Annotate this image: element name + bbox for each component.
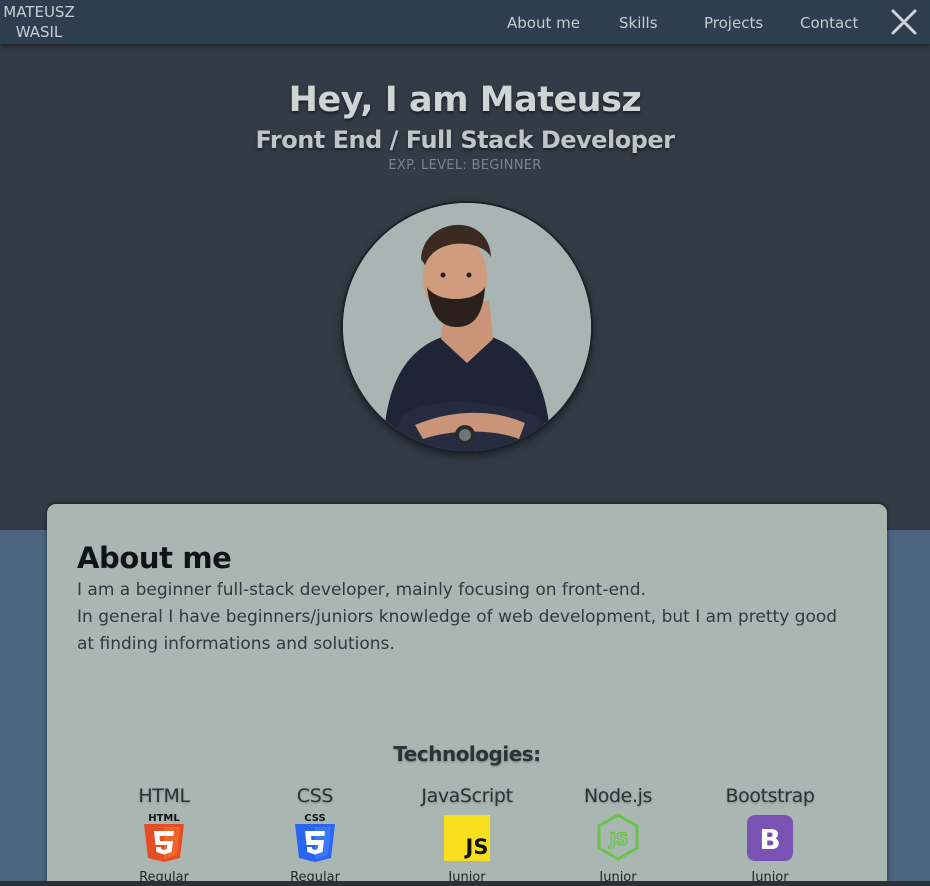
technology-bootstrap: Bootstrap B Junior [705, 784, 835, 886]
technology-name: Bootstrap [725, 785, 815, 807]
about-paragraph: In general I have beginners/juniors know… [77, 607, 838, 654]
profile-photo-illustration [343, 203, 591, 451]
experience-level: EXP. LEVEL: BEGINNER [388, 158, 542, 173]
technology-css: CSS CSS Regular [250, 784, 380, 886]
technology-name: CSS [296, 785, 334, 807]
technology-name: Node.js [583, 785, 652, 807]
html5-logo-text: HTML [148, 813, 180, 824]
technology-nodejs: Node.js JS Junior [553, 784, 683, 886]
nodejs-logo-icon: JS [597, 813, 639, 861]
javascript-logo-text: JS [464, 835, 489, 859]
hero-title: Hey, I am Mateusz [288, 80, 642, 120]
bootstrap-logo-icon: B [747, 815, 793, 861]
nav-link-about-me[interactable]: About me [507, 13, 580, 33]
hero-subtitle: Front End / Full Stack Developer [255, 126, 675, 154]
brand-logo[interactable]: MATEUSZ WASIL [0, 2, 78, 42]
javascript-logo-icon: JS [444, 815, 490, 861]
technology-name: JavaScript [421, 785, 513, 807]
portfolio-page: MATEUSZ WASIL About me Skills Projects C… [0, 0, 930, 886]
brand-first-name: MATEUSZ [3, 3, 75, 21]
technology-javascript: JavaScript JS Junior [402, 784, 532, 886]
html5-logo-icon: HTML [144, 813, 184, 862]
about-paragraph: I am a beginner full-stack developer, ma… [77, 580, 646, 600]
css3-logo-icon: CSS [295, 813, 335, 862]
css3-logo-text: CSS [304, 813, 325, 824]
nav-link-contact[interactable]: Contact [800, 13, 858, 33]
nodejs-logo-text: JS [609, 830, 629, 850]
about-me-card: About me I am a beginner full-stack deve… [47, 504, 887, 886]
brand-last-name: WASIL [15, 23, 63, 41]
technology-html: HTML HTML Regular [99, 784, 229, 886]
bootstrap-logo-text: B [759, 823, 780, 856]
close-menu-button[interactable] [886, 4, 922, 40]
technology-name: HTML [138, 785, 190, 807]
nav-link-skills[interactable]: Skills [619, 13, 658, 33]
technologies-heading: Technologies: [393, 742, 541, 766]
window-bottom-edge [0, 881, 930, 886]
top-navbar: MATEUSZ WASIL About me Skills Projects C… [0, 0, 930, 44]
close-icon [891, 9, 917, 35]
profile-photo [343, 203, 591, 451]
about-me-heading: About me [77, 541, 232, 575]
nav-link-projects[interactable]: Projects [704, 13, 763, 33]
